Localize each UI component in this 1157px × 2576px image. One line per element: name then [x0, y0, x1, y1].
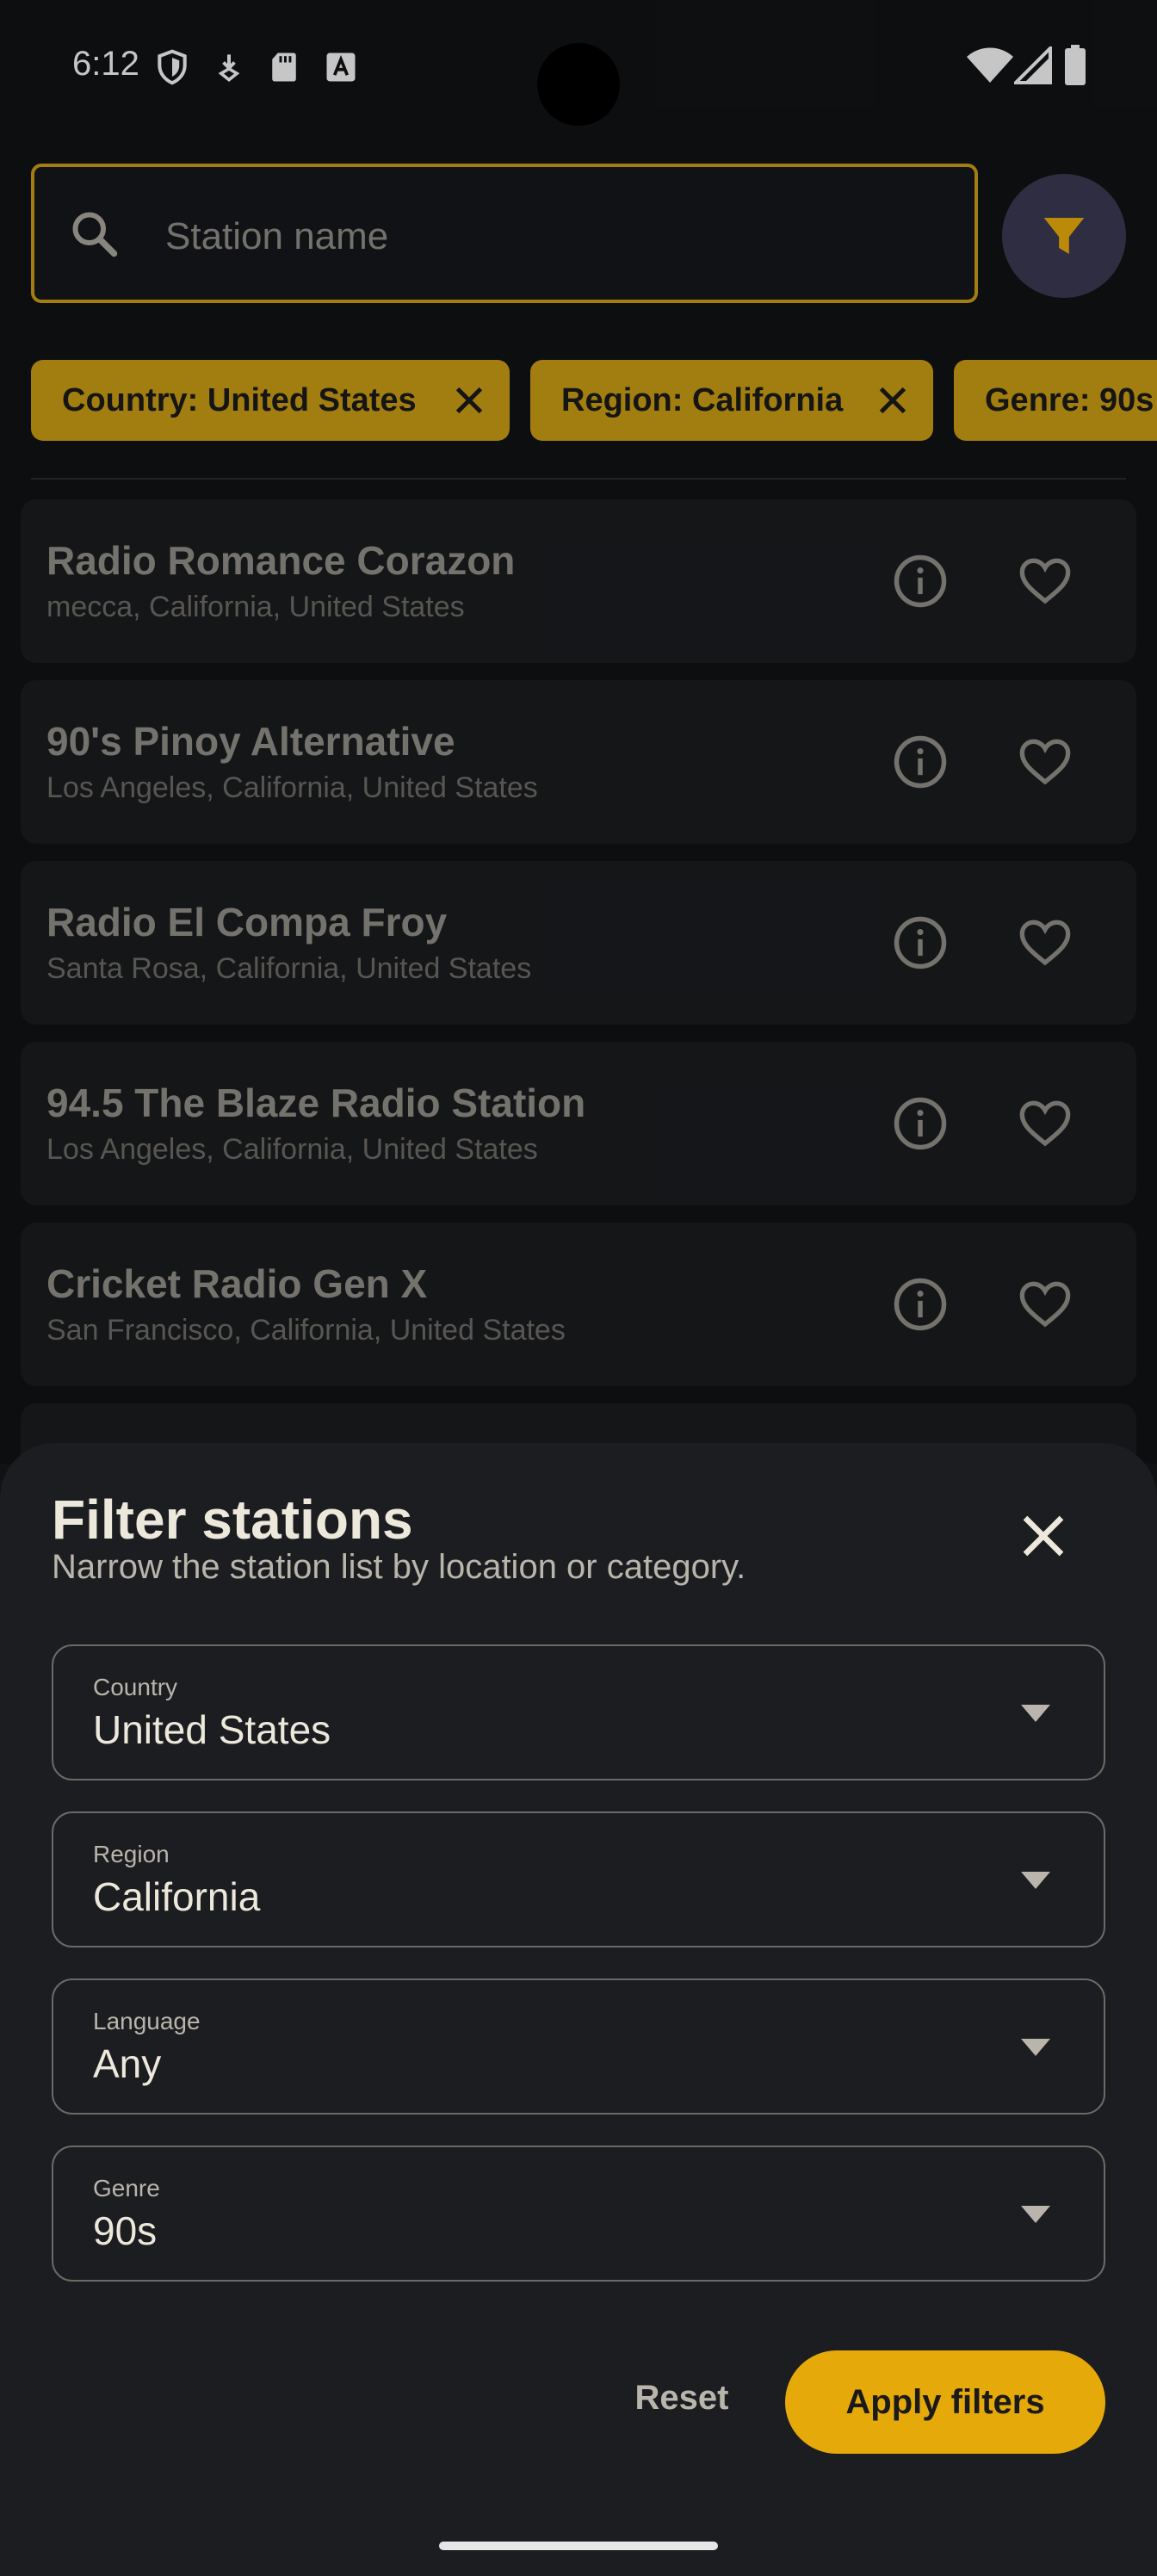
country-dropdown[interactable]: Country United States — [52, 1644, 1105, 1780]
field-value: California — [93, 1874, 261, 1919]
chevron-down-icon — [1021, 2039, 1050, 2056]
field-label: Genre — [93, 2175, 160, 2201]
field-value: 90s — [93, 2208, 158, 2253]
chevron-down-icon — [1021, 2206, 1050, 2223]
sheet-scrim[interactable] — [0, 0, 1157, 1464]
genre-dropdown[interactable]: Genre 90s — [52, 2146, 1105, 2282]
reset-button[interactable]: Reset — [609, 2350, 754, 2445]
field-label: Language — [93, 2008, 201, 2034]
close-icon[interactable] — [1012, 1505, 1074, 1567]
chevron-down-icon — [1021, 1872, 1050, 1889]
language-dropdown[interactable]: Language Any — [52, 1978, 1105, 2115]
sheet-title: Filter stations — [52, 1489, 413, 1551]
field-value: Any — [93, 2041, 162, 2086]
region-dropdown[interactable]: Region California — [52, 1811, 1105, 1947]
sheet-subtitle: Narrow the station list by location or c… — [52, 1548, 746, 1586]
field-label: Region — [93, 1841, 170, 1867]
filter-bottom-sheet: Filter stations Narrow the station list … — [0, 1443, 1157, 2576]
field-value: United States — [93, 1707, 331, 1752]
apply-filters-button[interactable]: Apply filters — [785, 2350, 1105, 2454]
field-label: Country — [93, 1674, 178, 1700]
home-indicator[interactable] — [439, 2542, 718, 2550]
chevron-down-icon — [1021, 1705, 1050, 1722]
